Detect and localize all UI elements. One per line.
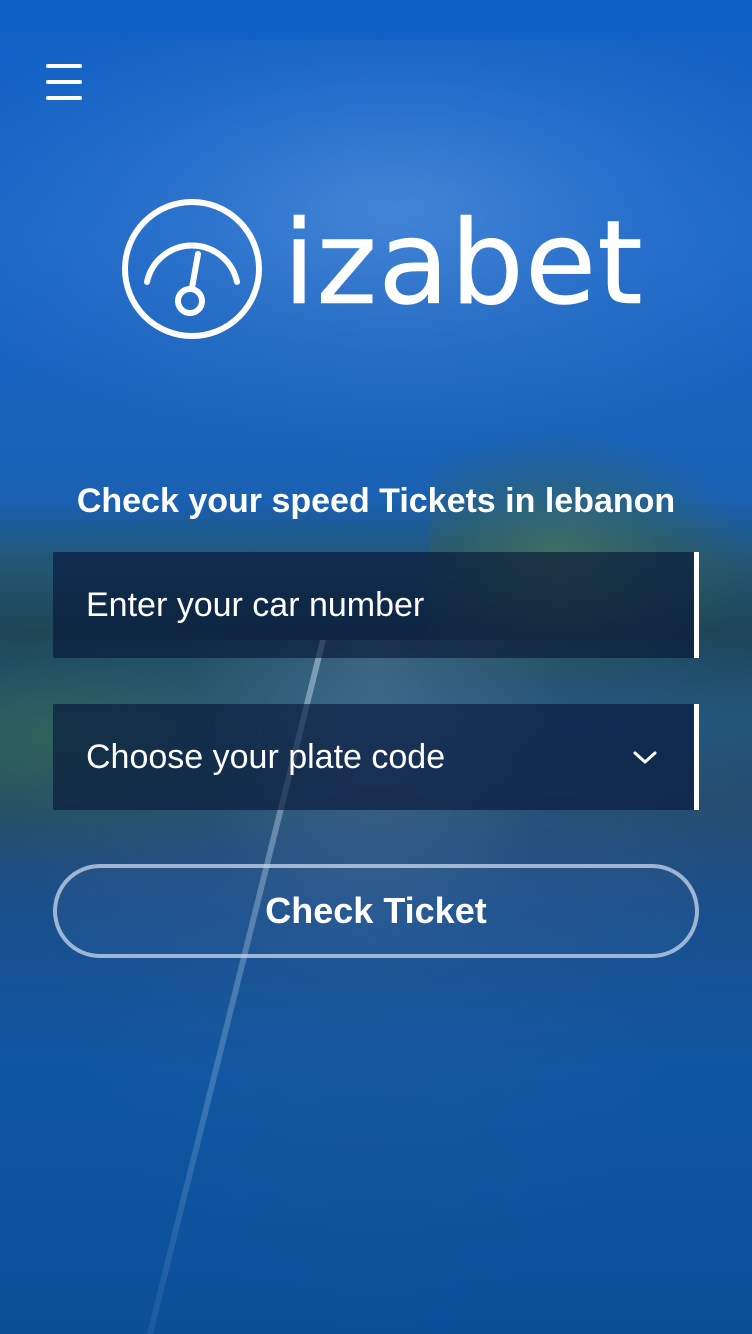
chevron-down-icon bbox=[633, 751, 657, 764]
check-ticket-button[interactable]: Check Ticket bbox=[53, 864, 699, 958]
plate-code-placeholder: Choose your plate code bbox=[86, 738, 446, 776]
hamburger-menu-icon[interactable] bbox=[44, 62, 84, 102]
plate-code-select[interactable]: Choose your plate code bbox=[53, 704, 699, 810]
app-screen: izabet Check your speed Tickets in leban… bbox=[0, 0, 752, 1334]
car-number-field[interactable] bbox=[53, 552, 699, 658]
logo-wordmark: izabet bbox=[283, 196, 644, 331]
tagline: Check your speed Tickets in lebanon bbox=[76, 482, 676, 520]
app-logo: izabet bbox=[121, 198, 643, 343]
speedometer-icon bbox=[122, 199, 262, 339]
car-number-input[interactable] bbox=[53, 552, 694, 658]
